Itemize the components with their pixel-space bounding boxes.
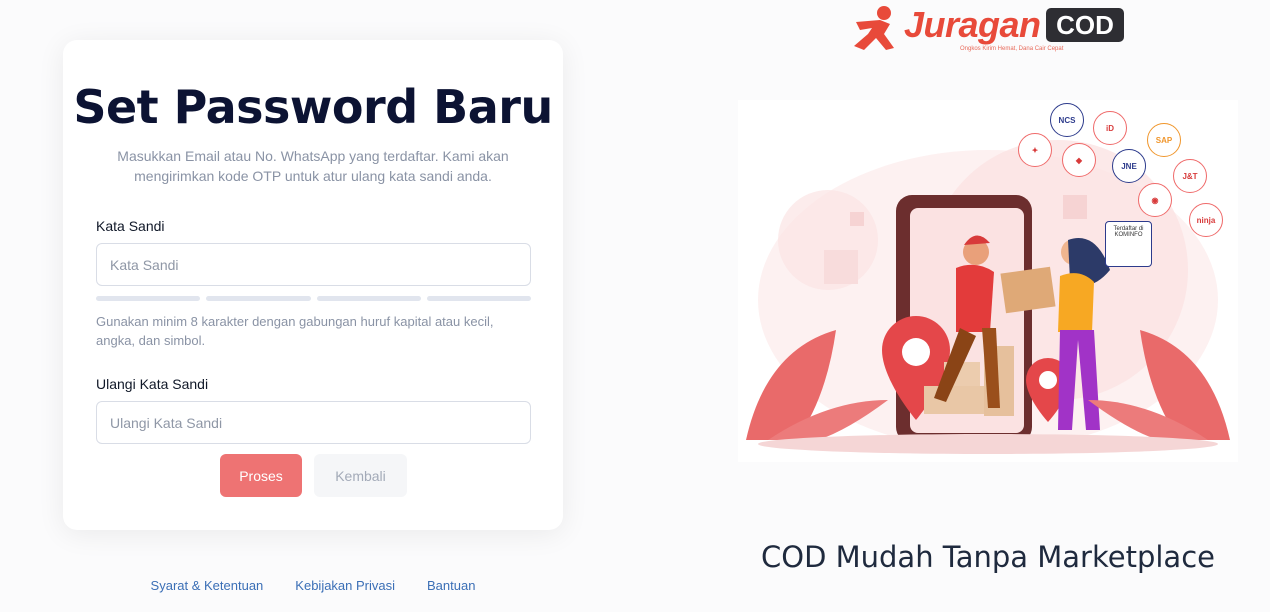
submit-button[interactable]: Proses	[220, 454, 302, 497]
sap-badge: SAP	[1147, 123, 1181, 157]
footer-links: Syarat & Ketentuan Kebijakan Privasi Ban…	[0, 578, 626, 593]
lion-parcel-badge: ✦	[1018, 133, 1052, 167]
logo-tagline: Ongkos Kirim Hemat, Dana Cair Cepat	[960, 46, 1064, 52]
mobile-courier-badge: ◆	[1062, 143, 1096, 177]
help-link[interactable]: Bantuan	[427, 578, 475, 593]
page-title: Set Password Baru	[73, 80, 553, 134]
strength-segment-1	[96, 296, 201, 301]
kominfo-text: Terdaftar di KOMINFO	[1113, 226, 1144, 238]
jne-badge: JNE	[1112, 149, 1146, 183]
reset-password-card: Set Password Baru Masukkan Email atau No…	[63, 40, 563, 530]
terms-link[interactable]: Syarat & Ketentuan	[151, 578, 264, 593]
brand-logo: Juragan COD Ongkos Kirim Hemat, Dana Cai…	[850, 4, 1130, 58]
strength-segment-4	[426, 296, 531, 301]
page: Set Password Baru Masukkan Email atau No…	[0, 0, 1270, 612]
confirm-password-label: Ulangi Kata Sandi	[96, 376, 209, 392]
logo-cod-box: COD	[1046, 8, 1124, 42]
jnt-badge: J&T	[1173, 159, 1207, 193]
password-label: Kata Sandi	[96, 218, 165, 234]
id-express-badge: iD	[1093, 111, 1127, 145]
password-strength-meter	[96, 296, 531, 301]
confirm-password-input[interactable]	[96, 401, 531, 444]
privacy-link[interactable]: Kebijakan Privasi	[295, 578, 395, 593]
kominfo-badge: Terdaftar di KOMINFO	[1105, 221, 1152, 267]
password-input[interactable]	[96, 243, 531, 286]
runner-icon	[854, 6, 894, 50]
anteraja-badge: ◉	[1138, 183, 1172, 217]
ninja-badge: ninja	[1189, 203, 1223, 237]
page-subtitle: Masukkan Email atau No. WhatsApp yang te…	[117, 148, 509, 184]
logo-wordmark: Juragan	[904, 4, 1041, 45]
ncs-badge: NCS	[1050, 103, 1084, 137]
strength-segment-2	[206, 296, 311, 301]
strength-segment-3	[316, 296, 421, 301]
hero-tagline: COD Mudah Tanpa Marketplace	[761, 540, 1215, 574]
back-button[interactable]: Kembali	[314, 454, 407, 497]
password-hint: Gunakan minim 8 karakter dengan gabungan…	[96, 314, 494, 348]
